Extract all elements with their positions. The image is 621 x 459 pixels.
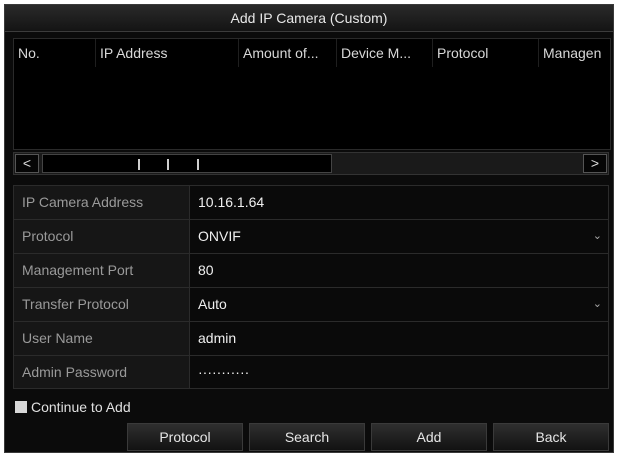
back-button[interactable]: Back	[493, 423, 609, 451]
column-header-ip-address[interactable]: IP Address	[96, 39, 239, 67]
column-header-protocol[interactable]: Protocol	[433, 39, 539, 67]
continue-to-add[interactable]: Continue to Add	[15, 397, 131, 417]
transfer-protocol-row: Transfer Protocol Auto ⌄	[13, 287, 609, 321]
admin-password-label: Admin Password	[14, 356, 190, 388]
chevron-right-icon: >	[590, 155, 600, 171]
grip-line	[167, 159, 169, 170]
grip-line	[197, 159, 199, 170]
ip-address-label: IP Camera Address	[14, 186, 190, 219]
transfer-protocol-value: Auto	[198, 296, 227, 312]
camera-form: IP Camera Address 10.16.1.64 Protocol ON…	[13, 185, 609, 389]
scroll-right-button[interactable]: >	[583, 154, 607, 173]
camera-list[interactable]: No. IP Address Amount of... Device M... …	[13, 38, 611, 150]
ip-address-row: IP Camera Address 10.16.1.64	[13, 185, 609, 219]
user-name-label: User Name	[14, 322, 190, 355]
chevron-down-icon: ⌄	[592, 298, 602, 310]
chevron-down-icon: ⌄	[592, 230, 602, 242]
transfer-protocol-select[interactable]: Auto ⌄	[190, 288, 608, 321]
management-port-row: Management Port 80	[13, 253, 609, 287]
column-header-device-model[interactable]: Device M...	[337, 39, 433, 67]
protocol-row: Protocol ONVIF ⌄	[13, 219, 609, 253]
column-header-management[interactable]: Managen	[539, 39, 610, 67]
search-button[interactable]: Search	[249, 423, 365, 451]
list-header: No. IP Address Amount of... Device M... …	[14, 39, 610, 67]
user-name-row: User Name admin	[13, 321, 609, 355]
scroll-thumb[interactable]	[42, 154, 332, 173]
grip-line	[138, 159, 140, 170]
horizontal-scrollbar[interactable]: < >	[13, 152, 609, 175]
admin-password-row: Admin Password ···········	[13, 355, 609, 389]
user-name-input[interactable]: admin	[190, 322, 608, 355]
admin-password-input[interactable]: ···········	[190, 356, 608, 388]
column-header-amount[interactable]: Amount of...	[239, 39, 337, 67]
management-port-label: Management Port	[14, 254, 190, 287]
add-ip-camera-dialog: Add IP Camera (Custom) No. IP Address Am…	[4, 4, 614, 453]
protocol-label: Protocol	[14, 220, 190, 253]
continue-to-add-label: Continue to Add	[31, 399, 131, 415]
chevron-left-icon: <	[22, 155, 32, 171]
management-port-input[interactable]: 80	[190, 254, 608, 287]
add-button[interactable]: Add	[371, 423, 487, 451]
protocol-select[interactable]: ONVIF ⌄	[190, 220, 608, 253]
transfer-protocol-label: Transfer Protocol	[14, 288, 190, 321]
protocol-value: ONVIF	[198, 228, 241, 244]
scroll-left-button[interactable]: <	[15, 154, 39, 173]
dialog-title: Add IP Camera (Custom)	[5, 5, 613, 32]
button-bar: Protocol Search Add Back	[5, 423, 613, 451]
ip-address-input[interactable]: 10.16.1.64	[190, 186, 608, 219]
column-header-no[interactable]: No.	[14, 39, 96, 67]
continue-to-add-checkbox[interactable]	[15, 401, 27, 413]
protocol-button[interactable]: Protocol	[127, 423, 243, 451]
